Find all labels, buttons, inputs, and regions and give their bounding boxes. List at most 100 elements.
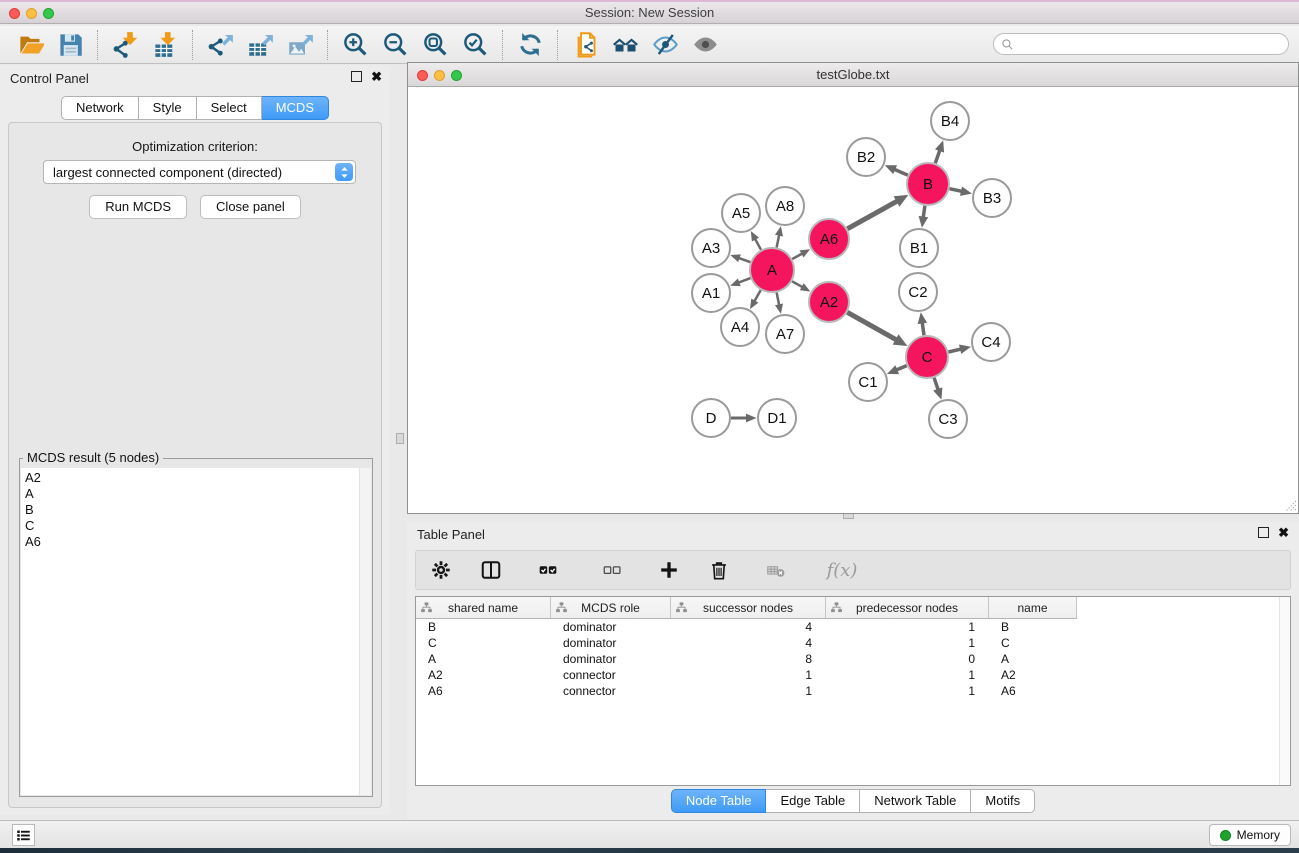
delete-row-button[interactable] [706,557,732,583]
result-item[interactable]: A [25,486,371,502]
graph-edge-A-A8[interactable] [777,234,780,248]
table-row[interactable]: Bdominator41B [416,619,1290,635]
graph-edge-A2-C[interactable] [847,312,897,340]
graph-edge-A-A4[interactable] [754,290,761,302]
tab-edge-table[interactable]: Edge Table [766,789,860,813]
graph-node-C3[interactable]: C3 [929,400,967,438]
table-cell[interactable]: dominator [551,635,671,651]
graph-node-A[interactable]: A [750,248,794,292]
graph-node-B4[interactable]: B4 [931,102,969,140]
table-cell[interactable]: A2 [989,667,1077,683]
tab-node-table[interactable]: Node Table [671,789,767,813]
save-session-button[interactable] [50,30,90,60]
search-input[interactable] [1014,35,1288,53]
criterion-select[interactable]: largest connected component (directed) [43,160,356,184]
table-cell[interactable]: B [416,619,551,635]
split-view-button[interactable] [478,557,504,583]
export-image-button[interactable] [280,30,320,60]
table-cell[interactable]: dominator [551,619,671,635]
network-canvas[interactable]: B4B2BB3A8A5A6A3B1AA1C2A2A4A7C4CC1C3DD1 [408,88,1298,513]
table-scrollbar[interactable] [1279,597,1290,785]
graph-edge-C-C2[interactable] [922,322,924,336]
graph-node-A2[interactable]: A2 [809,282,849,322]
column-header-successor-nodes[interactable]: successor nodes [671,597,826,619]
mcds-result-list[interactable]: A2ABCA6 [21,468,371,795]
tab-mcds[interactable]: MCDS [262,96,329,120]
table-cell[interactable]: 0 [826,651,989,667]
add-row-button[interactable] [656,557,682,583]
graph-node-A1[interactable]: A1 [692,274,730,312]
column-header-shared-name[interactable]: shared name [416,597,551,619]
table-cell[interactable]: connector [551,667,671,683]
column-header-mcds-role[interactable]: MCDS role [551,597,671,619]
deselect-all-button[interactable] [592,557,632,583]
table-cell[interactable]: 1 [826,667,989,683]
result-item[interactable]: A2 [25,470,371,486]
graph-edge-A6-B[interactable] [847,201,898,229]
show-eye-button[interactable] [685,30,725,60]
table-cell[interactable]: 4 [671,619,826,635]
graph-edge-B-B2[interactable] [893,169,908,175]
select-all-button[interactable] [528,557,568,583]
home-view-button[interactable] [605,30,645,60]
tab-motifs[interactable]: Motifs [971,789,1035,813]
table-cell[interactable]: 1 [671,667,826,683]
graph-node-A8[interactable]: A8 [766,187,804,225]
export-table-button[interactable] [240,30,280,60]
float-panel-button[interactable] [351,71,362,82]
graph-edge-A-A3[interactable] [738,258,751,263]
hide-eye-button[interactable] [645,30,685,60]
tab-style[interactable]: Style [139,96,197,120]
graph-edge-B-B3[interactable] [950,189,963,192]
table-cell[interactable]: C [989,635,1077,651]
graph-node-C[interactable]: C [906,336,948,378]
table-cell[interactable]: A6 [989,683,1077,699]
open-file-button[interactable] [10,30,50,60]
graph-node-A7[interactable]: A7 [766,315,804,353]
column-header-name[interactable]: name [989,597,1077,619]
table-cell[interactable]: 8 [671,651,826,667]
zoom-selected-button[interactable] [455,30,495,60]
table-settings-button[interactable] [428,557,454,583]
graph-node-D[interactable]: D [692,399,730,437]
new-session-button[interactable] [565,30,605,60]
node-table[interactable]: shared nameMCDS rolesuccessor nodesprede… [415,596,1291,786]
result-item[interactable]: C [25,518,371,534]
graph-edge-C-C4[interactable] [948,349,962,352]
graph-edge-A-A5[interactable] [755,238,762,250]
graph-edge-A-A1[interactable] [737,278,750,283]
table-cell[interactable]: B [989,619,1077,635]
graph-node-B2[interactable]: B2 [847,138,885,176]
import-network-button[interactable] [105,30,145,60]
table-row[interactable]: Adominator80A [416,651,1290,667]
graph-node-A6[interactable]: A6 [809,219,849,259]
run-mcds-button[interactable]: Run MCDS [89,195,187,219]
table-row[interactable]: A6connector11A6 [416,683,1290,699]
graph-node-B3[interactable]: B3 [973,179,1011,217]
graph-node-A4[interactable]: A4 [721,308,759,346]
table-row[interactable]: A2connector11A2 [416,667,1290,683]
table-cell[interactable]: A [416,651,551,667]
graph-node-C4[interactable]: C4 [972,323,1010,361]
window-titlebar[interactable]: Session: New Session [0,0,1299,24]
close-panel-button-2[interactable]: Close panel [200,195,301,219]
export-network-button[interactable] [200,30,240,60]
graph-node-A5[interactable]: A5 [722,194,760,232]
refresh-layout-button[interactable] [510,30,550,60]
table-cell[interactable]: connector [551,683,671,699]
tab-network-table[interactable]: Network Table [860,789,971,813]
table-cell[interactable]: dominator [551,651,671,667]
table-cell[interactable]: 1 [826,683,989,699]
import-table-button[interactable] [145,30,185,60]
window-resize-grip[interactable] [1283,498,1297,512]
search-box[interactable] [993,33,1289,55]
column-header-predecessor-nodes[interactable]: predecessor nodes [826,597,989,619]
table-cell[interactable]: A2 [416,667,551,683]
graph-edge-C-C3[interactable] [934,378,938,391]
graph-edge-B-B4[interactable] [935,149,940,163]
close-panel-button[interactable]: ✖ [371,71,382,82]
zoom-fit-button[interactable] [415,30,455,60]
result-item[interactable]: B [25,502,371,518]
graph-edge-A-A7[interactable] [777,293,780,307]
tab-select[interactable]: Select [197,96,262,120]
